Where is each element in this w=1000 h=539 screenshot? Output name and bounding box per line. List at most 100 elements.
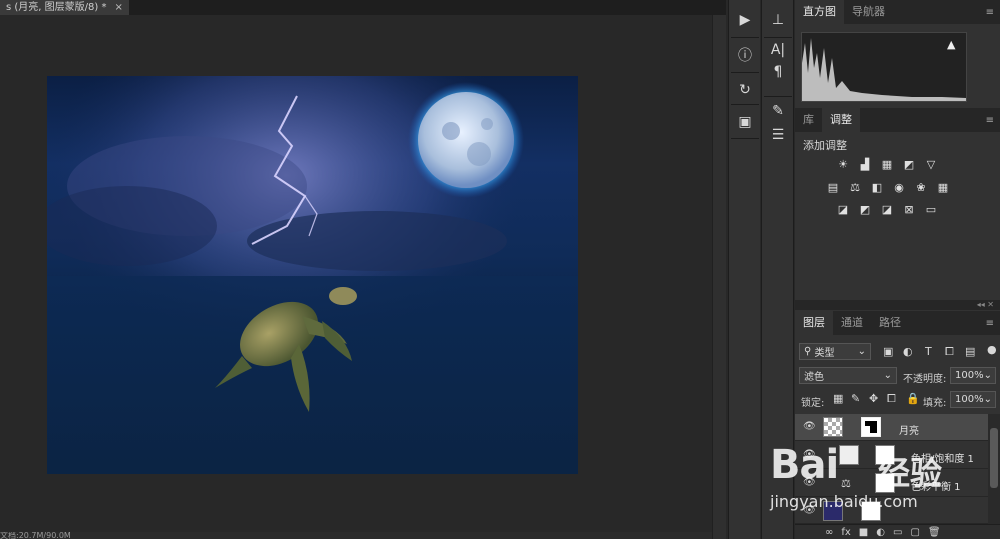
gradient-map-icon[interactable]: ▭ [923,202,939,216]
status-bar: 文档:20.7M/90.0M [0,532,712,539]
histogram-tab-row: 直方图 导航器 ≡ [795,0,1000,24]
filter-smart-icon[interactable]: ▤ [965,345,975,358]
paragraph-icon[interactable]: ¶ [763,62,793,82]
brightness-icon[interactable]: ☀ [835,157,851,171]
fill-input[interactable]: 100% ⌄ [950,391,996,408]
lock-artboard-icon[interactable]: ⧠ [887,392,896,406]
eye-icon[interactable]: 👁 [803,421,816,432]
character-icon[interactable]: A| [763,40,793,60]
invert-icon[interactable]: ◪ [835,202,851,216]
lock-position-icon[interactable]: ✥ [869,392,878,405]
layers-scroll-thumb[interactable] [990,428,998,488]
lock-label: 锁定: [801,398,825,409]
tab-layers[interactable]: 图层 [795,311,833,335]
black-white-icon[interactable]: ◧ [869,180,885,194]
eye-icon[interactable]: 👁 [803,449,816,460]
moon-crater [442,122,460,140]
canvas-image[interactable] [47,76,578,474]
tab-navigator[interactable]: 导航器 [844,0,893,24]
blend-mode-select[interactable]: 滤色 ⌄ [799,367,897,384]
lock-all-icon[interactable]: 🔒 [906,392,920,405]
brush-icon[interactable]: ✎ [763,100,793,122]
filter-adjustment-icon[interactable]: ◐ [903,345,913,358]
layer-filter-value: 类型 [814,348,835,359]
new-group-icon[interactable]: ▭ [893,527,902,538]
exposure-icon[interactable]: ◩ [901,157,917,171]
new-layer-icon[interactable]: ▢ [910,527,919,538]
photo-filter-icon[interactable]: ◉ [891,180,907,194]
trash-icon[interactable]: 🗑 [928,527,941,538]
brush-settings-icon[interactable]: ☰ [763,124,793,146]
threshold-icon[interactable]: ◪ [879,202,895,216]
posterize-icon[interactable]: ◩ [857,202,873,216]
stamp-icon[interactable]: ⊥ [763,5,793,35]
panel-menu-icon[interactable]: ≡ [986,115,994,126]
blend-mode-value: 滤色 [804,372,824,383]
add-mask-icon[interactable]: ■ [859,527,868,538]
search-icon: ⚲ [804,346,815,357]
eye-icon[interactable]: 👁 [803,477,816,488]
histogram-curve [802,38,966,101]
panel-dock-column-2: ⊥ A| ¶ ✎ ☰ [761,0,794,539]
layer-row-hue-saturation[interactable]: 👁 色相/饱和度 1 [795,442,988,469]
panel-menu-icon[interactable]: ≡ [986,318,994,329]
layer-filter-select[interactable]: ⚲ 类型 ⌄ [799,343,871,360]
divider [731,72,759,73]
layer-mask-thumbnail[interactable] [875,473,895,493]
lock-pixels-icon[interactable]: ✎ [851,392,860,405]
document-area[interactable]: s (月亮, 图层蒙版/8) * × 文档:20.7M/90.0M [0,0,726,539]
layer-mask-thumbnail[interactable] [861,501,881,521]
filter-image-icon[interactable]: ▣ [883,345,893,358]
tab-channels[interactable]: 通道 [833,311,871,335]
tab-library[interactable]: 库 [795,108,822,132]
layers-tab-row: 图层 通道 路径 ≡ [795,311,1000,335]
new-adjustment-icon[interactable]: ◐ [876,527,885,538]
color-balance-icon[interactable]: ⚖ [847,180,863,194]
3d-icon[interactable]: ▣ [730,107,760,137]
panel-collapse-bar[interactable]: ◂◂ ✕ [795,300,1000,310]
layer-mask-thumbnail[interactable] [861,417,881,437]
tab-paths[interactable]: 路径 [871,311,909,335]
moon [418,92,514,188]
eye-icon[interactable]: 👁 [803,505,816,516]
warning-icon[interactable]: ▲ [947,38,955,51]
levels-icon[interactable]: ▟ [857,157,873,171]
hue-saturation-icon[interactable]: ▤ [825,180,841,194]
document-tab[interactable]: s (月亮, 图层蒙版/8) * × [0,0,129,15]
filter-type-icon[interactable]: T [925,345,932,358]
divider [731,138,759,139]
link-layers-icon[interactable]: ∞ [825,527,833,538]
lock-transparent-icon[interactable]: ▦ [833,392,843,405]
color-lookup-icon[interactable]: ▦ [935,180,951,194]
document-scrollbar[interactable] [712,15,726,539]
layer-name: 色相/饱和度 1 [911,454,974,465]
close-icon[interactable]: × [114,0,122,15]
divider [731,104,759,105]
filter-toggle-icon[interactable]: ● [987,343,997,356]
layer-row-background[interactable]: 👁 [795,498,988,524]
opacity-input[interactable]: 100% ⌄ [950,367,996,384]
layer-mask-thumbnail[interactable] [875,445,895,465]
chevron-down-icon: ⌄ [983,394,992,405]
info-icon[interactable]: ⓘ [730,40,760,70]
selective-color-icon[interactable]: ⊠ [901,202,917,216]
moon-crater [467,142,491,166]
filter-shape-icon[interactable]: ⧠ [945,345,954,359]
layer-thumbnail [823,501,843,521]
curves-icon[interactable]: ▦ [879,157,895,171]
channel-mixer-icon[interactable]: ❀ [913,180,929,194]
layer-row-color-balance[interactable]: 👁 ⚖ 色彩平衡 1 [795,470,988,497]
history-icon[interactable]: ↻ [730,75,760,105]
layer-row-moon[interactable]: 👁 月亮 [795,414,988,441]
tab-adjustments[interactable]: 调整 [822,108,860,132]
play-icon[interactable]: ▶ [730,5,760,35]
vibrance-icon[interactable]: ▽ [923,157,939,171]
cloud [247,211,507,271]
moon-crater [481,118,493,130]
fx-icon[interactable]: fx [841,527,850,538]
panel-menu-icon[interactable]: ≡ [986,7,994,18]
adjustment-icon [839,445,859,465]
layer-name: 月亮 [899,426,919,437]
fill-value: 100% [955,394,984,405]
tab-histogram[interactable]: 直方图 [795,0,844,24]
